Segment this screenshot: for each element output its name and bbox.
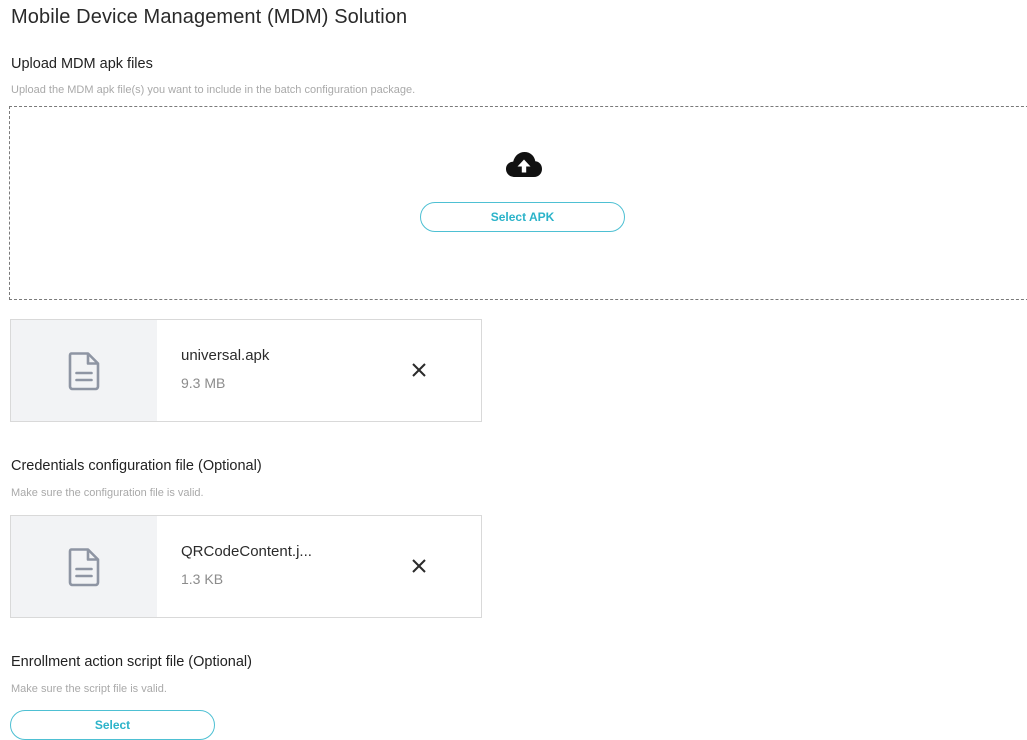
apk-file-name: universal.apk [181, 347, 270, 364]
remove-apk-file-button[interactable] [410, 361, 428, 379]
credentials-file-name: QRCodeContent.j... [181, 543, 312, 560]
credentials-file-card: QRCodeContent.j... 1.3 KB [10, 515, 482, 618]
document-icon [68, 352, 100, 391]
credentials-section-hint: Make sure the configuration file is vali… [11, 487, 204, 499]
close-icon [412, 559, 426, 573]
page-title: Mobile Device Management (MDM) Solution [11, 6, 408, 28]
credentials-section-title: Credentials configuration file (Optional… [11, 458, 262, 474]
apk-section-title: Upload MDM apk files [11, 56, 153, 72]
select-apk-button[interactable]: Select APK [420, 202, 625, 232]
credentials-file-size: 1.3 KB [181, 571, 224, 587]
apk-file-size: 9.3 MB [181, 375, 226, 391]
apk-section-hint: Upload the MDM apk file(s) you want to i… [11, 84, 416, 96]
remove-credentials-file-button[interactable] [410, 557, 428, 575]
apk-file-thumbnail [11, 320, 157, 421]
apk-file-card: universal.apk 9.3 MB [10, 319, 482, 422]
close-icon [412, 363, 426, 377]
cloud-upload-icon [505, 151, 543, 179]
credentials-file-thumbnail [11, 516, 157, 617]
script-section-hint: Make sure the script file is valid. [11, 683, 167, 695]
script-section-title: Enrollment action script file (Optional) [11, 654, 252, 670]
document-icon [68, 548, 100, 587]
